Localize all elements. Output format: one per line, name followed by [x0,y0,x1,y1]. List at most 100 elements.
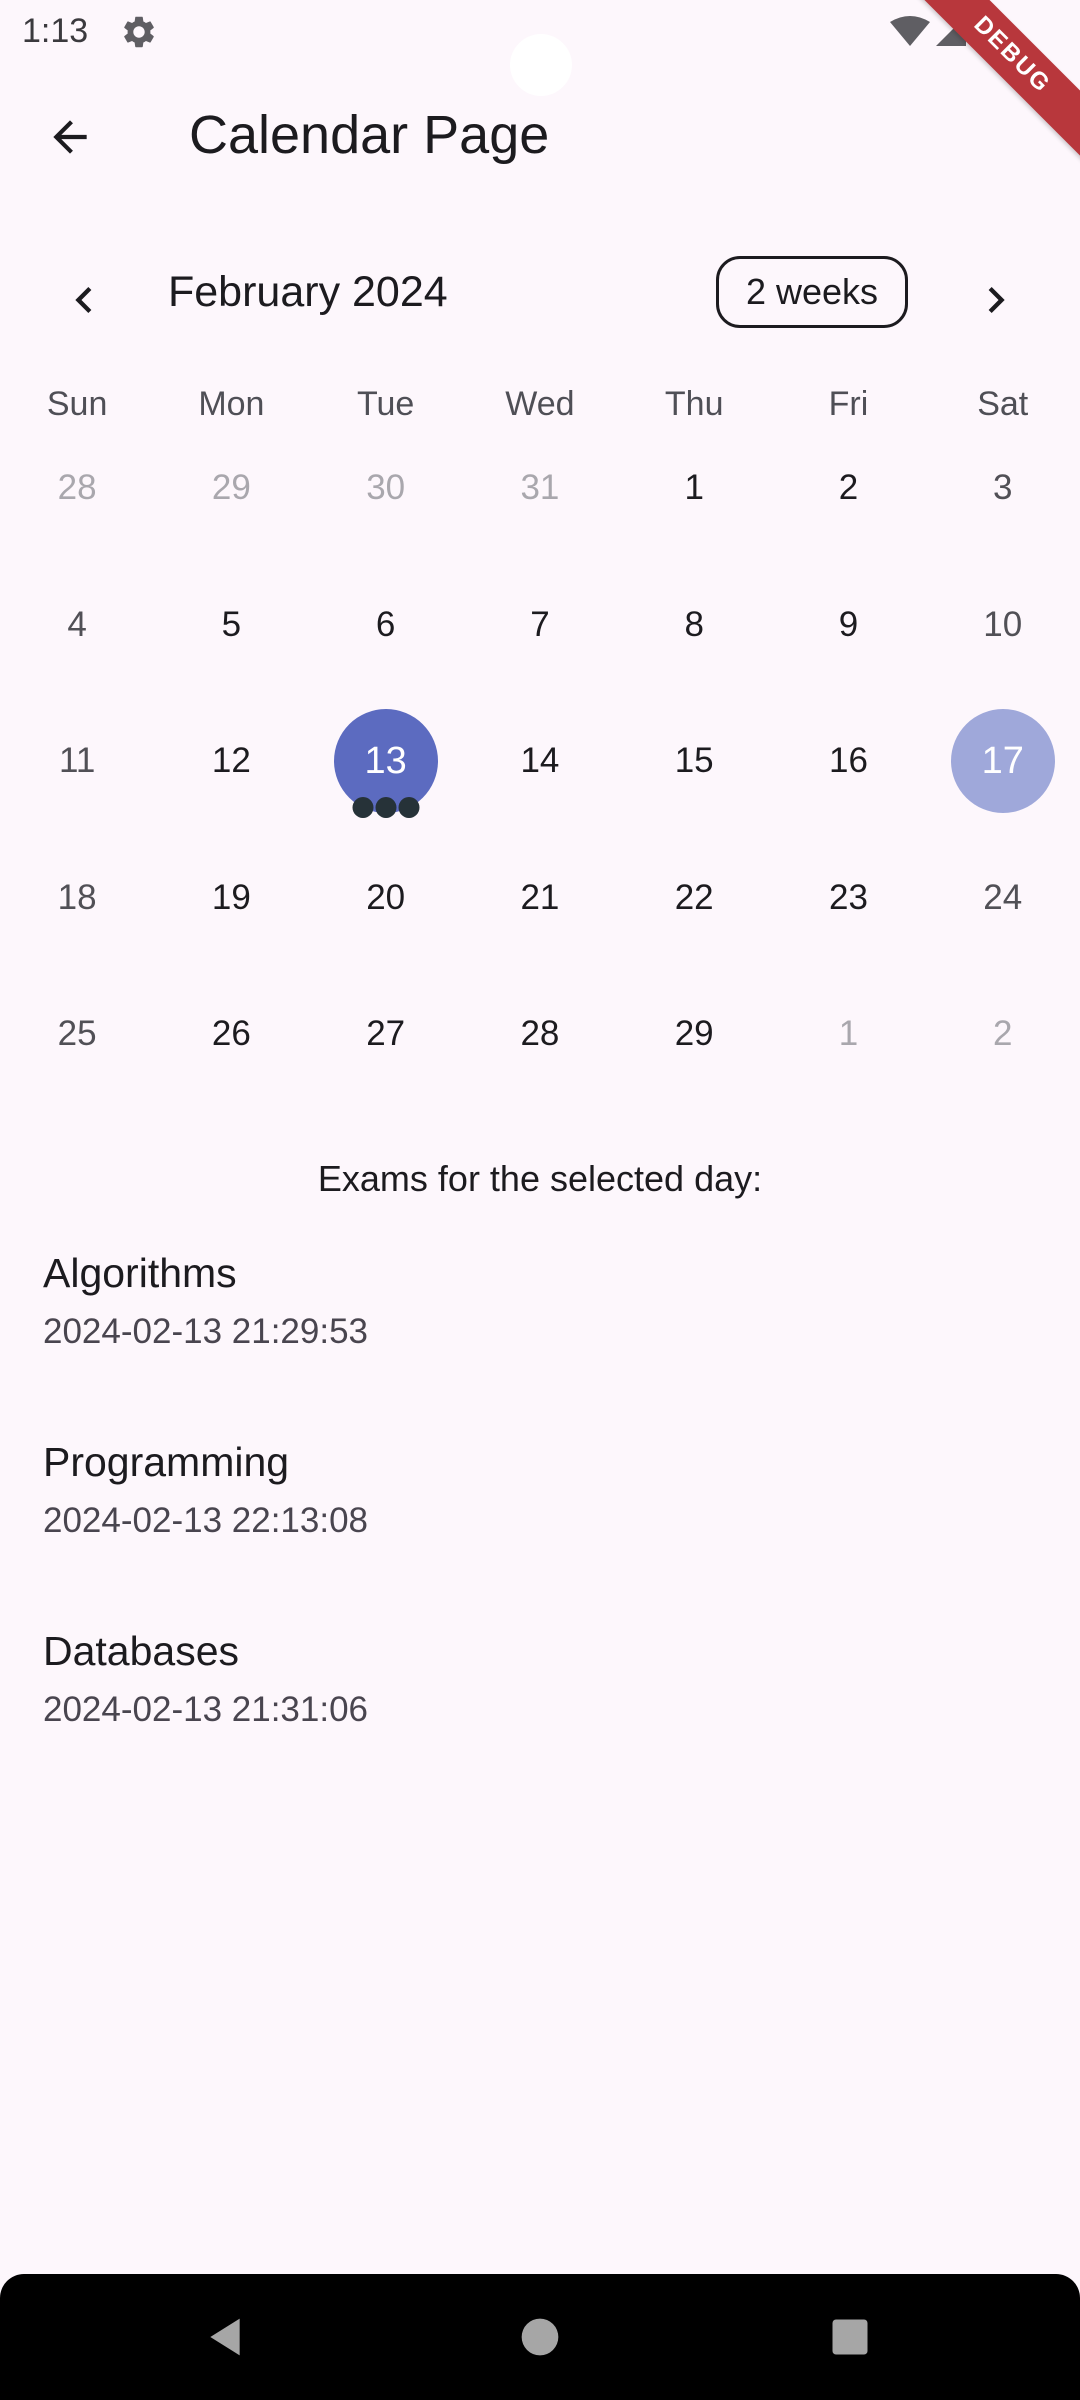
day-number: 25 [57,1014,97,1054]
calendar-header: February 2024 2 weeks [0,240,1080,348]
day-cell[interactable]: 5 [154,557,308,694]
day-cell[interactable]: 26 [154,966,308,1103]
day-number: 11 [58,741,96,781]
back-button[interactable] [34,101,106,173]
next-month-button[interactable] [960,264,1032,336]
day-cell-today[interactable]: 17 [926,693,1080,830]
day-cell[interactable]: 2 [926,966,1080,1103]
day-cell-selected[interactable]: 13 [309,693,463,830]
day-number: 17 [981,739,1024,782]
exam-list-item[interactable]: Databases 2024-02-13 21:31:06 [0,1606,1080,1795]
day-number: 29 [674,1014,714,1054]
day-number: 7 [530,604,550,644]
nav-home-icon [521,2318,559,2356]
day-number: 2 [992,1014,1013,1054]
day-cell[interactable]: 25 [0,966,154,1103]
day-cell[interactable]: 28 [0,420,154,557]
day-cell[interactable]: 8 [617,557,771,694]
day-cell[interactable]: 29 [154,420,308,557]
day-number: 19 [211,877,251,917]
day-number: 15 [674,741,714,781]
day-number: 16 [828,741,868,781]
system-recents-button[interactable] [817,2304,883,2370]
day-cell[interactable]: 16 [771,693,925,830]
day-cell[interactable]: 1 [771,966,925,1103]
day-number: 29 [211,468,251,508]
day-cell[interactable]: 28 [463,966,617,1103]
event-marker-dot [398,796,420,818]
chevron-left-icon [75,287,92,313]
day-cell[interactable]: 10 [926,557,1080,694]
day-number: 12 [211,741,251,781]
day-number: 28 [520,1014,560,1054]
day-number: 31 [520,468,560,508]
arrow-back-icon [53,120,87,154]
day-cell[interactable]: 31 [463,420,617,557]
day-number: 2 [838,468,859,508]
day-number: 10 [983,604,1023,644]
day-number: 5 [221,604,242,644]
system-back-button[interactable] [192,2304,258,2370]
format-toggle-button[interactable]: 2 weeks [716,256,908,328]
day-cell[interactable]: 29 [617,966,771,1103]
day-number: 23 [828,877,868,917]
day-cell[interactable]: 30 [309,420,463,557]
chevron-right-icon [988,287,1005,313]
exams-heading: Exams for the selected day: [317,1158,763,1199]
day-number: 20 [366,877,406,917]
system-navigation-bar [0,2274,1080,2400]
day-cell[interactable]: 3 [926,420,1080,557]
day-number: 21 [520,877,560,917]
day-number: 18 [57,877,97,917]
day-number: 13 [364,739,407,782]
day-cell[interactable]: 27 [309,966,463,1103]
exam-title: Databases [43,1628,240,1674]
day-number: 28 [57,468,97,508]
day-number: 9 [838,604,859,644]
app-bar: Calendar Page [0,64,1080,208]
day-number: 3 [992,468,1013,508]
day-number: 30 [366,468,406,508]
day-cell[interactable]: 12 [154,693,308,830]
day-cell[interactable]: 11 [0,693,154,830]
nav-back-icon [210,2318,240,2356]
exam-title: Algorithms [43,1250,237,1296]
day-number: 6 [375,604,396,644]
day-cell[interactable]: 9 [771,557,925,694]
day-cell[interactable]: 6 [309,557,463,694]
exam-datetime: 2024-02-13 21:29:53 [43,1312,368,1351]
day-cell[interactable]: 22 [617,830,771,967]
day-number: 27 [366,1014,406,1054]
page-title: Calendar Page [189,105,550,165]
status-time: 1:13 [22,12,89,50]
exam-list-item[interactable]: Programming 2024-02-13 22:13:08 [0,1417,1080,1606]
day-cell[interactable]: 21 [463,830,617,967]
event-markers [352,796,420,818]
system-home-button[interactable] [507,2304,573,2370]
day-cell[interactable]: 24 [926,830,1080,967]
gear-icon [124,16,154,48]
day-cell[interactable]: 4 [0,557,154,694]
day-cell[interactable]: 14 [463,693,617,830]
exam-datetime: 2024-02-13 21:31:06 [43,1690,368,1729]
day-number: 14 [520,741,560,781]
event-marker-dot [375,796,397,818]
exam-list-item[interactable]: Algorithms 2024-02-13 21:29:53 [0,1228,1080,1417]
day-cell[interactable]: 20 [309,830,463,967]
day-cell[interactable]: 19 [154,830,308,967]
day-number: 26 [211,1014,251,1054]
wifi-icon [890,16,930,46]
exam-title: Programming [43,1439,290,1485]
day-cell[interactable]: 2 [771,420,925,557]
day-cell[interactable]: 1 [617,420,771,557]
calendar-days-grid: 28 29 30 31 1 2 3 4 5 6 7 8 9 10 11 12 13 14 15 16 17 18 19 20 2… [0,420,1080,1103]
day-number: 24 [983,877,1023,917]
day-cell[interactable]: 7 [463,557,617,694]
day-cell[interactable]: 23 [771,830,925,967]
day-number: 1 [838,1014,859,1054]
day-number: 22 [674,877,714,917]
day-cell[interactable]: 18 [0,830,154,967]
nav-recents-icon [832,2319,868,2355]
previous-month-button[interactable] [48,264,120,336]
day-cell[interactable]: 15 [617,693,771,830]
